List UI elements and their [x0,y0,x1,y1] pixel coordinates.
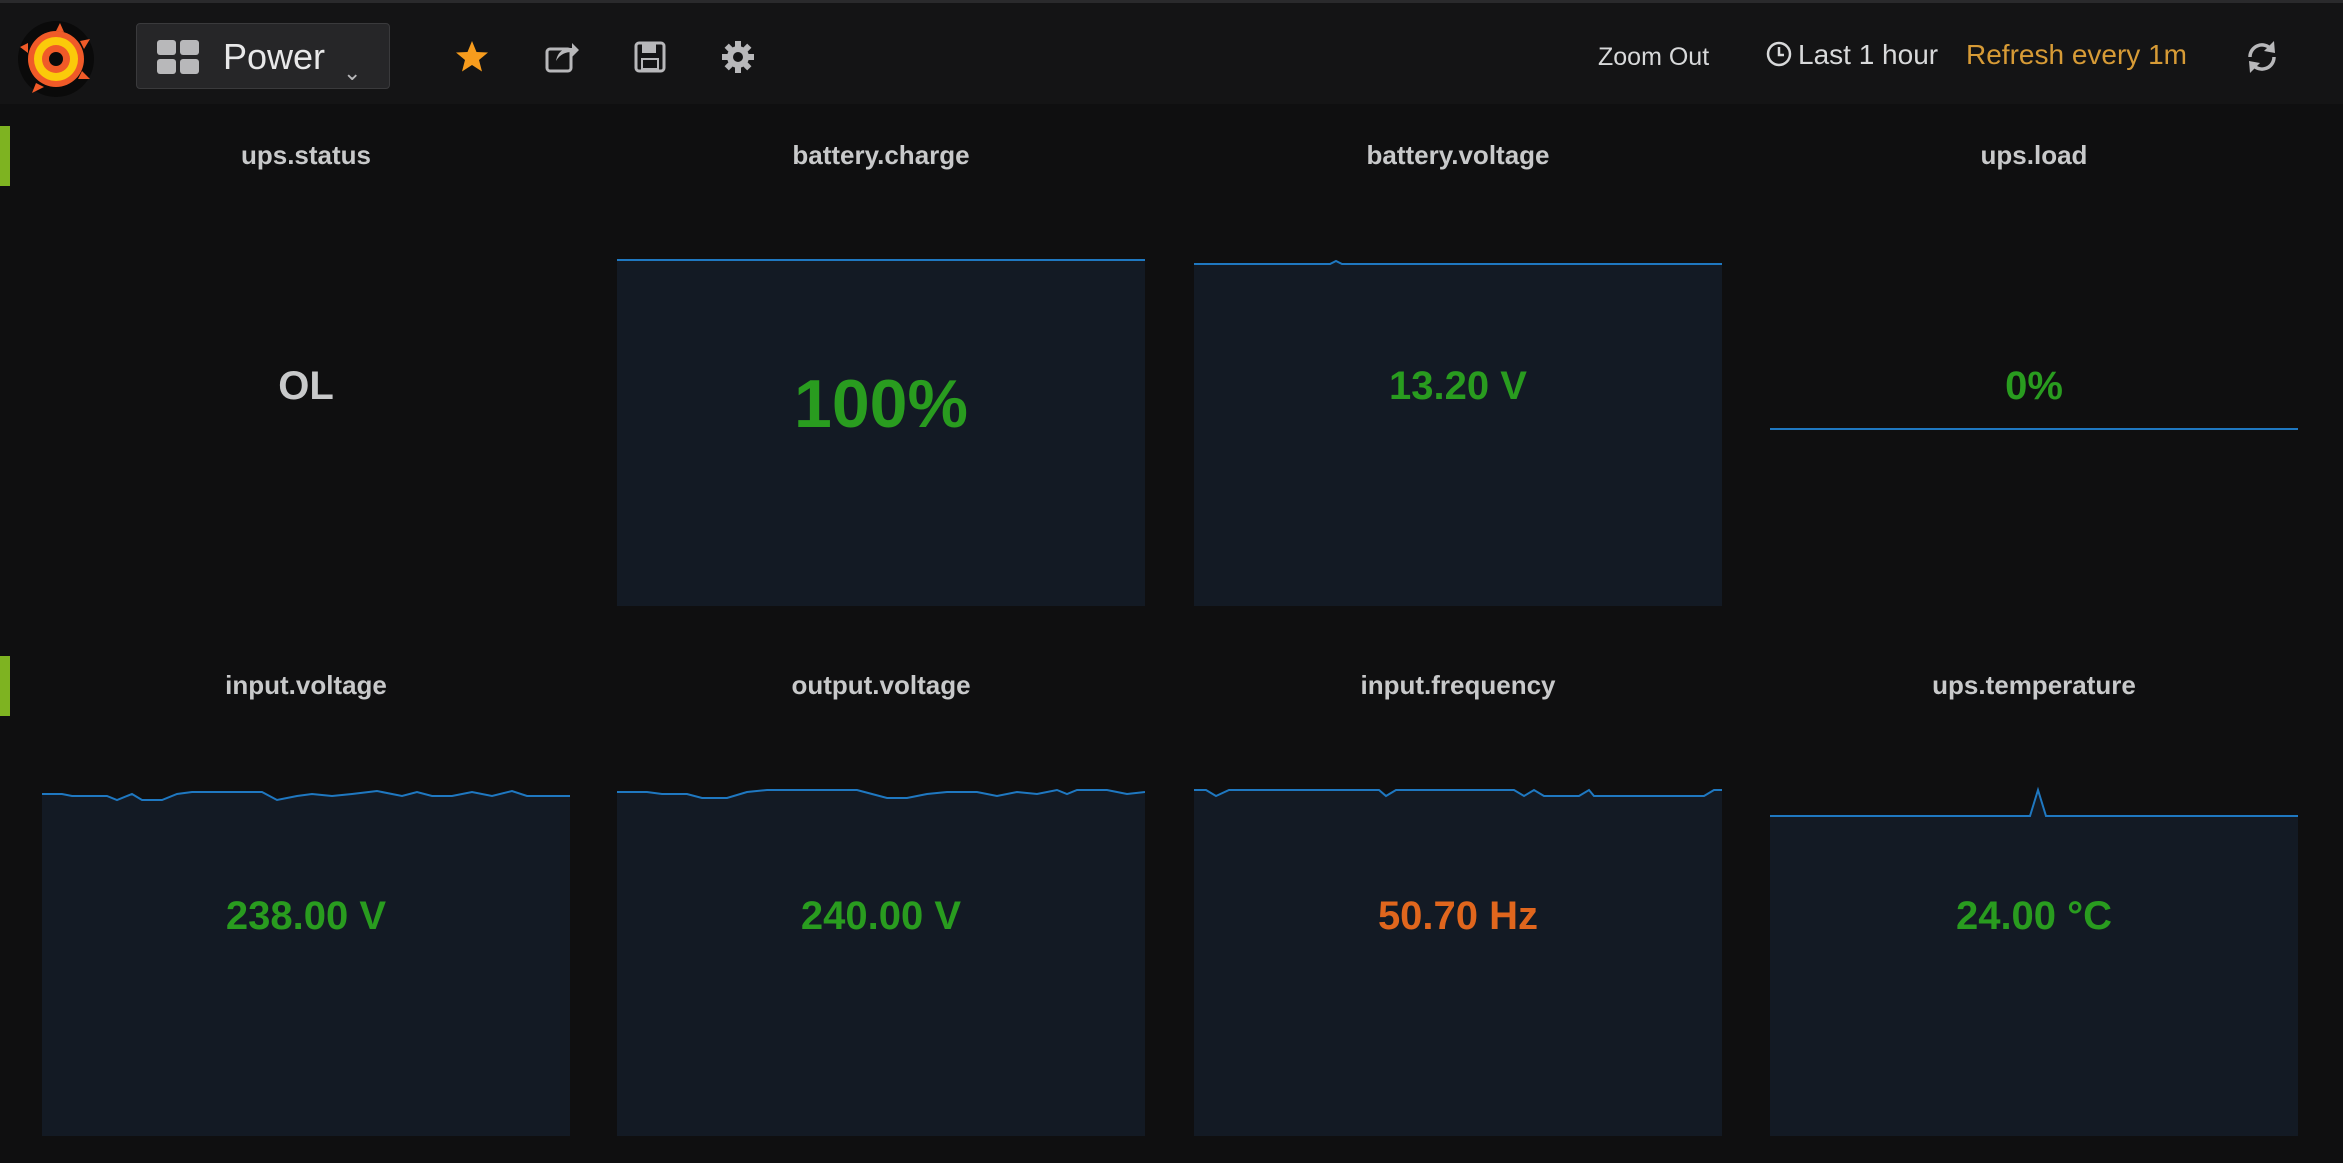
panel-battery-voltage[interactable]: battery.voltage 13.20 V [1194,126,1722,620]
save-icon[interactable] [630,37,670,77]
panel-value: 50.70 Hz [1377,894,1539,938]
panel-output-voltage[interactable]: output.voltage 240.00 V [617,656,1145,1150]
panel-value: 24.00 °C [1955,894,2113,938]
star-icon[interactable] [452,37,492,77]
time-range-label: Last 1 hour [1798,39,1939,70]
sparkline [1770,786,2298,1136]
sparkline [42,789,570,1136]
panel-value: 238.00 V [225,894,387,938]
panel-title: ups.load [1980,140,2088,170]
panel-ups-temperature[interactable]: ups.temperature 24.00 °C [1770,656,2298,1150]
clock-icon [1766,41,1792,67]
panel-title: input.frequency [1360,670,1556,700]
sparkline [617,788,1145,1136]
zoom-out-button[interactable]: Zoom Out [1598,43,1709,72]
panel-ups-load[interactable]: ups.load 0% [1770,126,2298,620]
dashboard-picker[interactable]: Power ⌄ [136,23,390,89]
grafana-logo-icon[interactable] [16,19,96,99]
chevron-down-icon: ⌄ [343,60,362,85]
row-collapse-handle[interactable] [0,126,10,186]
panel-input-voltage[interactable]: input.voltage 238.00 V [42,656,570,1150]
panel-battery-charge[interactable]: battery.charge 100% [617,126,1145,620]
gear-icon[interactable] [718,37,758,77]
grid-icon [157,40,201,76]
row-collapse-handle[interactable] [0,656,10,716]
panel-title: input.voltage [225,670,387,700]
refresh-icon[interactable] [2242,37,2282,77]
refresh-interval-picker[interactable]: Refresh every 1m [1966,39,2187,71]
dashboard-title: Power [223,36,326,77]
panel-value: 100% [794,366,968,442]
panel-value: 13.20 V [1389,364,1527,408]
panel-value: 0% [2005,364,2063,408]
panel-input-frequency[interactable]: input.frequency 50.70 Hz [1194,656,1722,1150]
sparkline [1194,259,1722,606]
panel-title: battery.charge [792,140,970,170]
panel-value: OL [278,364,334,408]
panel-title: battery.voltage [1366,140,1550,170]
panel-title: ups.status [240,140,372,170]
sparkline [1194,788,1722,1136]
panel-title: output.voltage [791,670,971,700]
top-navbar: Power ⌄ Zoom Out Last 1 hour Refresh eve… [0,0,2343,104]
sparkline [1770,428,2298,430]
panel-ups-status[interactable]: ups.status OL [42,126,570,620]
panel-value: 240.00 V [800,894,962,938]
panel-title: ups.temperature [1932,670,2136,700]
share-icon[interactable] [542,37,582,77]
time-range-picker[interactable]: Last 1 hour [1766,39,1938,71]
